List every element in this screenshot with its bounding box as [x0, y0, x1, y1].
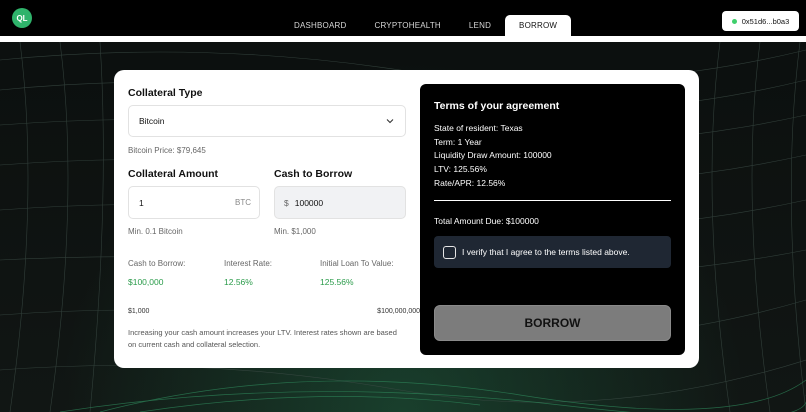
connected-status-dot-icon [731, 18, 737, 24]
stat-cash-value: $100,000 [128, 277, 164, 287]
terms-divider [434, 200, 671, 201]
borrow-card: Collateral Type Bitcoin Bitcoin Price: $… [114, 70, 699, 368]
term-length: Term: 1 Year [434, 136, 482, 147]
collateral-type-label: Collateral Type [128, 87, 203, 99]
main-nav: DASHBOARD CRYPTOHEALTH LEND BORROW [280, 15, 572, 36]
terms-panel: Terms of your agreement State of residen… [420, 84, 685, 355]
stat-rate-value: 12.56% [224, 277, 253, 287]
stat-ltv-value: 125.56% [320, 277, 354, 287]
collateral-type-select[interactable]: Bitcoin [128, 105, 406, 137]
collateral-price: Bitcoin Price: $79,645 [128, 146, 206, 155]
cash-to-borrow-label: Cash to Borrow [274, 168, 353, 180]
collateral-amount-value: 1 [139, 197, 144, 208]
collateral-type-value: Bitcoin [139, 116, 165, 126]
collateral-amount-label: Collateral Amount [128, 168, 219, 180]
total-amount-due: Total Amount Due: $100000 [434, 216, 539, 226]
collateral-min: Min. 0.1 Bitcoin [128, 227, 183, 236]
verify-label: I verify that I agree to the terms liste… [462, 247, 630, 257]
cash-min: Min. $1,000 [274, 227, 316, 236]
term-rate: Rate/APR: 12.56% [434, 177, 506, 188]
top-nav-bar: QL DASHBOARD CRYPTOHEALTH LEND BORROW 0x… [0, 0, 806, 36]
wallet-button[interactable]: 0x51d6...b0a3 [722, 11, 799, 31]
terms-list: State of resident: Texas Term: 1 Year Li… [434, 122, 552, 191]
currency-symbol: $ [284, 197, 289, 208]
terms-title: Terms of your agreement [434, 100, 560, 112]
collateral-unit: BTC [235, 198, 251, 207]
stat-rate-label: Interest Rate: [224, 259, 273, 268]
cash-value: 100000 [294, 197, 324, 208]
nav-tab-dashboard[interactable]: DASHBOARD [280, 15, 360, 36]
term-state: State of resident: Texas [434, 123, 523, 133]
app-logo[interactable]: QL [12, 8, 32, 28]
nav-tab-lend[interactable]: LEND [455, 15, 505, 36]
stat-cash-label: Cash to Borrow: [128, 259, 186, 268]
nav-tab-borrow[interactable]: BORROW [505, 15, 572, 36]
cash-to-borrow-input[interactable]: $ 100000 [274, 186, 406, 219]
range-min: $1,000 [128, 308, 150, 315]
range-max: $100,000,000 [377, 308, 420, 315]
collateral-amount-input[interactable]: 1 BTC [128, 186, 260, 219]
verify-agreement-row[interactable]: I verify that I agree to the terms liste… [434, 236, 671, 268]
term-draw-amount: Liquidity Draw Amount: 100000 [434, 150, 552, 161]
wallet-address: 0x51d6...b0a3 [741, 16, 790, 26]
stat-ltv-label: Initial Loan To Value: [320, 259, 394, 268]
nav-tab-cryptohealth[interactable]: CRYPTOHEALTH [360, 15, 454, 36]
verify-checkbox[interactable] [443, 245, 456, 259]
term-ltv: LTV: 125.56% [434, 164, 487, 175]
ltv-note: Increasing your cash amount increases yo… [128, 328, 397, 349]
chevron-down-icon [386, 119, 394, 124]
borrow-button[interactable]: BORROW [434, 305, 671, 341]
nav-divider [0, 36, 806, 42]
loan-form: Collateral Type Bitcoin Bitcoin Price: $… [128, 70, 420, 368]
